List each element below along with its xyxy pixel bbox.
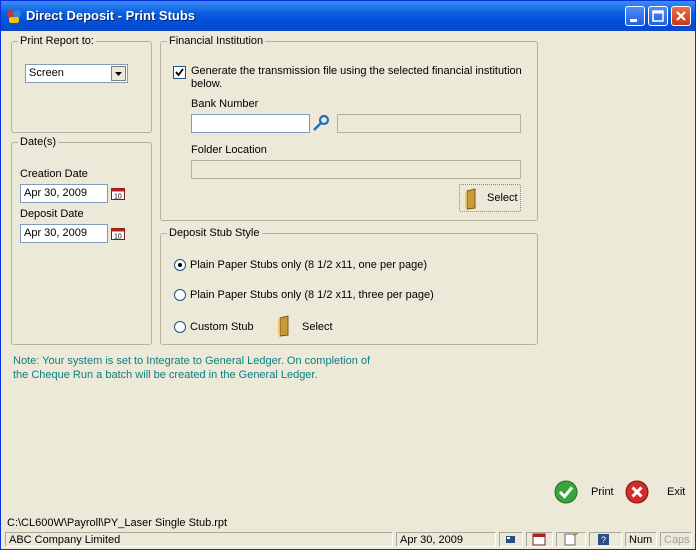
print-destination-select[interactable]: Screen bbox=[25, 64, 128, 83]
stub-option-one-per-page-label: Plain Paper Stubs only (8 1/2 x11, one p… bbox=[190, 259, 428, 271]
title-bar[interactable]: Direct Deposit - Print Stubs bbox=[1, 1, 695, 31]
svg-text:10: 10 bbox=[114, 234, 122, 241]
company-name: ABC Company Limited bbox=[5, 532, 393, 547]
financial-institution-group: Financial Institution Generate the trans… bbox=[160, 35, 538, 221]
bank-name-field bbox=[337, 114, 521, 133]
custom-stub-select-button[interactable]: Select bbox=[275, 315, 335, 339]
print-destination-value: Screen bbox=[29, 67, 64, 79]
folder-location-label: Folder Location bbox=[191, 144, 267, 156]
chevron-down-icon[interactable] bbox=[111, 66, 126, 81]
keyboard-icon bbox=[506, 536, 515, 543]
deposit-stub-style-group: Deposit Stub Style Plain Paper Stubs onl… bbox=[160, 227, 538, 345]
num-lock-indicator: Num bbox=[625, 532, 657, 547]
status-slot-3[interactable] bbox=[556, 532, 586, 547]
stub-option-one-per-page-radio[interactable] bbox=[174, 259, 186, 271]
deposit-stub-style-legend: Deposit Stub Style bbox=[169, 227, 260, 239]
print-report-group: Print Report to: Screen bbox=[11, 35, 152, 133]
deposit-date-field[interactable]: Apr 30, 2009 bbox=[20, 224, 108, 243]
print-button[interactable]: Print bbox=[554, 480, 614, 506]
creation-date-label: Creation Date bbox=[20, 168, 88, 180]
dates-legend: Date(s) bbox=[20, 136, 57, 148]
calendar-icon[interactable]: 10 bbox=[111, 226, 126, 241]
checkmark-circle-icon bbox=[554, 480, 578, 504]
folder-select-label: Select bbox=[487, 192, 518, 204]
bank-number-field[interactable] bbox=[191, 114, 310, 133]
generate-file-label-line2: below. bbox=[191, 78, 223, 90]
folder-select-button[interactable]: Select bbox=[459, 184, 521, 212]
close-icon bbox=[676, 11, 686, 21]
svg-text:10: 10 bbox=[114, 194, 122, 201]
dates-group: Date(s) Creation Date Apr 30, 2009 10 De… bbox=[11, 136, 152, 345]
notepad-icon bbox=[564, 533, 579, 546]
maximize-icon bbox=[652, 10, 664, 22]
folder-icon bbox=[278, 315, 289, 337]
cancel-icon bbox=[625, 480, 649, 504]
minimize-icon bbox=[630, 19, 637, 22]
main-window: Direct Deposit - Print Stubs Print Repor… bbox=[0, 0, 696, 550]
minimize-button[interactable] bbox=[625, 6, 645, 26]
bank-number-label: Bank Number bbox=[191, 98, 259, 110]
note-line1: Note: Your system is set to Integrate to… bbox=[13, 355, 371, 367]
app-icon bbox=[7, 10, 21, 23]
window-title: Direct Deposit - Print Stubs bbox=[26, 8, 196, 23]
caps-lock-indicator: Caps bbox=[660, 532, 692, 547]
calendar-icon bbox=[532, 533, 546, 546]
deposit-date-label: Deposit Date bbox=[20, 208, 84, 220]
stub-option-custom-label: Custom Stub bbox=[190, 321, 254, 333]
creation-date-field[interactable]: Apr 30, 2009 bbox=[20, 184, 108, 203]
exit-button[interactable]: Exit bbox=[625, 480, 687, 506]
note-line2: the Cheque Run a batch will be created i… bbox=[13, 369, 318, 381]
report-path: C:\CL600W\Payroll\PY_Laser Single Stub.r… bbox=[7, 517, 228, 529]
status-slot-1[interactable] bbox=[499, 532, 523, 547]
print-report-legend: Print Report to: bbox=[20, 35, 94, 47]
folder-location-field bbox=[191, 160, 521, 179]
exit-label: Exit bbox=[667, 486, 686, 498]
print-label: Print bbox=[591, 486, 614, 498]
stub-option-three-per-page-radio[interactable] bbox=[174, 289, 186, 301]
help-icon: ? bbox=[598, 534, 609, 545]
maximize-button[interactable] bbox=[648, 6, 668, 26]
financial-institution-legend: Financial Institution bbox=[169, 35, 264, 47]
status-slot-4[interactable]: ? bbox=[589, 532, 622, 547]
search-key-icon[interactable] bbox=[312, 114, 330, 132]
folder-icon bbox=[465, 188, 476, 210]
stub-option-custom-radio[interactable] bbox=[174, 321, 186, 333]
calendar-icon[interactable]: 10 bbox=[111, 186, 126, 201]
generate-file-label-line1: Generate the transmission file using the… bbox=[191, 65, 522, 77]
custom-stub-select-label: Select bbox=[302, 321, 333, 333]
checkmark-icon bbox=[175, 68, 184, 77]
generate-file-checkbox[interactable] bbox=[173, 66, 186, 79]
gl-integration-note: Note: Your system is set to Integrate to… bbox=[13, 354, 370, 382]
generate-file-label: Generate the transmission file using the… bbox=[191, 65, 522, 91]
status-slot-2[interactable] bbox=[526, 532, 553, 547]
svg-text:?: ? bbox=[601, 535, 606, 545]
stub-option-three-per-page-label: Plain Paper Stubs only (8 1/2 x11, three… bbox=[190, 289, 434, 301]
status-date: Apr 30, 2009 bbox=[396, 532, 496, 547]
close-button[interactable] bbox=[671, 6, 691, 26]
